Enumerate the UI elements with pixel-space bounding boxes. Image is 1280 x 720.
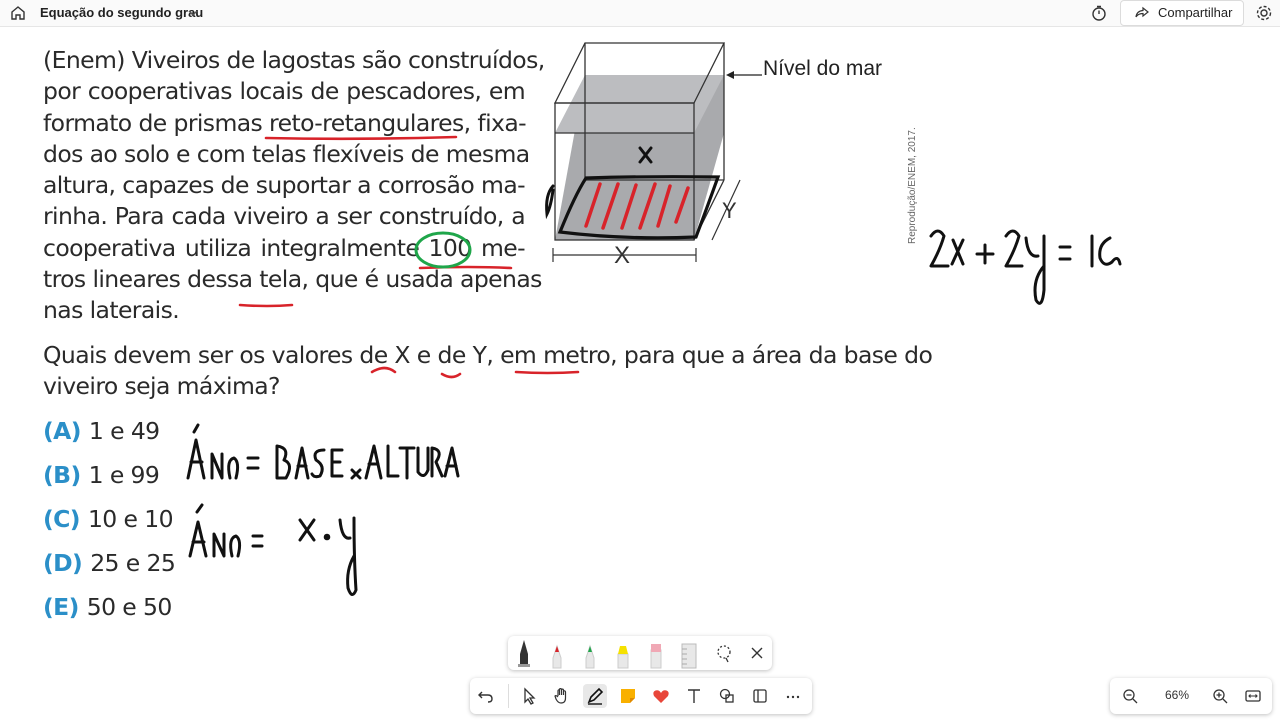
problem-line: por cooperativas locais de pescadores, e… [43,77,526,106]
y-dimension-label: Y [722,198,737,223]
home-icon[interactable] [8,3,28,23]
option-text: 50 e 50 [86,593,173,621]
ruler-tool[interactable] [675,636,703,670]
close-icon[interactable] [743,636,771,670]
image-credit: Reprodução/ENEM, 2017. [907,127,917,244]
option-letter: (B) [43,461,81,489]
dimension-lines [552,179,741,262]
share-icon [1135,6,1149,18]
gear-icon[interactable] [1254,3,1274,23]
option-letter: (C) [43,505,81,533]
select-arrow-icon[interactable] [517,684,541,708]
heart-reaction-icon[interactable] [649,684,673,708]
undo-icon[interactable] [474,684,498,708]
option-text: 1 e 99 [88,461,160,489]
problem-line: nas laterais. [43,296,180,325]
option-b[interactable]: (B) 1 e 99 [43,461,160,489]
timer-icon[interactable] [1089,3,1109,23]
option-e[interactable]: (E) 50 e 50 [43,593,172,621]
question-text: Quais devem ser os valores de X e de Y, … [43,340,933,403]
shapes-icon[interactable] [715,684,739,708]
handwritten-x-on-figure [545,146,653,220]
zoom-out-icon[interactable] [1118,684,1142,708]
top-bar: Equação do segundo grau Compartilhar [0,0,1280,27]
problem-line: rinha. Para cada viveiro a ser construíd… [43,202,526,231]
template-icon[interactable] [748,684,772,708]
problem-line: (Enem) Viveiros de lagostas são construí… [43,46,545,74]
black-pen-tool[interactable] [510,636,538,670]
problem-line: dos ao solo e com telas flexíveis de mes… [43,139,530,168]
option-letter: (A) [43,417,81,445]
base-highlight [557,175,721,240]
prism-edges [553,42,726,241]
share-label: Compartilhar [1158,5,1233,20]
zoom-in-icon[interactable] [1208,684,1232,708]
sea-level-label: Nível do mar [763,57,883,80]
drawing-toolbar [470,678,812,714]
lasso-icon[interactable] [710,636,738,670]
water-fill [555,75,724,240]
chevron-down-icon[interactable] [186,6,200,20]
more-options-icon[interactable] [781,684,805,708]
zoom-level[interactable]: 66% [1162,688,1192,702]
zoom-controls: 66% [1110,678,1272,714]
pen-tray [508,636,772,670]
base-hatching [584,182,690,230]
document-title[interactable]: Equação do segundo grau [40,5,203,20]
option-c[interactable]: (C) 10 e 10 [43,505,174,533]
pen-icon[interactable] [583,684,607,708]
highlighter-tool[interactable] [609,636,637,670]
option-text: 1 e 49 [88,417,160,445]
question-line: Quais devem ser os valores de X e de Y, … [43,341,933,369]
problem-line: tros lineares dessa tela, que é usada ap… [43,265,542,294]
option-letter: (D) [43,549,83,577]
option-a[interactable]: (A) 1 e 49 [43,417,160,445]
option-text: 10 e 10 [87,505,174,533]
option-text: 25 e 25 [90,549,176,577]
toolbar-divider [508,684,509,708]
sticky-note-icon[interactable] [616,684,640,708]
handwritten-area-xy [188,503,358,596]
fit-width-icon[interactable] [1241,684,1265,708]
option-d[interactable]: (D) 25 e 25 [43,549,176,577]
question-line: viveiro seja máxima? [43,372,281,401]
problem-line: cooperativa utiliza integralmente 100 me… [43,233,526,262]
handwritten-equation [929,229,1122,305]
hand-pan-icon[interactable] [550,684,574,708]
share-button[interactable]: Compartilhar [1120,0,1244,26]
problem-line: formato de prismas reto-retangulares, fi… [43,108,527,137]
x-dimension-label: X [614,242,630,269]
water-surface [555,75,724,133]
green-pen-tool[interactable] [576,636,604,670]
red-pen-tool[interactable] [543,636,571,670]
credit-text: Reprodução/ENEM, 2017. [907,127,917,244]
handwritten-area-formula [186,423,460,480]
text-tool-icon[interactable] [682,684,706,708]
sea-level-arrow [726,71,762,79]
problem-line: altura, capazes de suportar a corrosão m… [43,171,526,200]
eraser-tool[interactable] [642,636,670,670]
option-letter: (E) [43,593,79,621]
problem-statement: (Enem) Viveiros de lagostas são construí… [43,45,545,327]
